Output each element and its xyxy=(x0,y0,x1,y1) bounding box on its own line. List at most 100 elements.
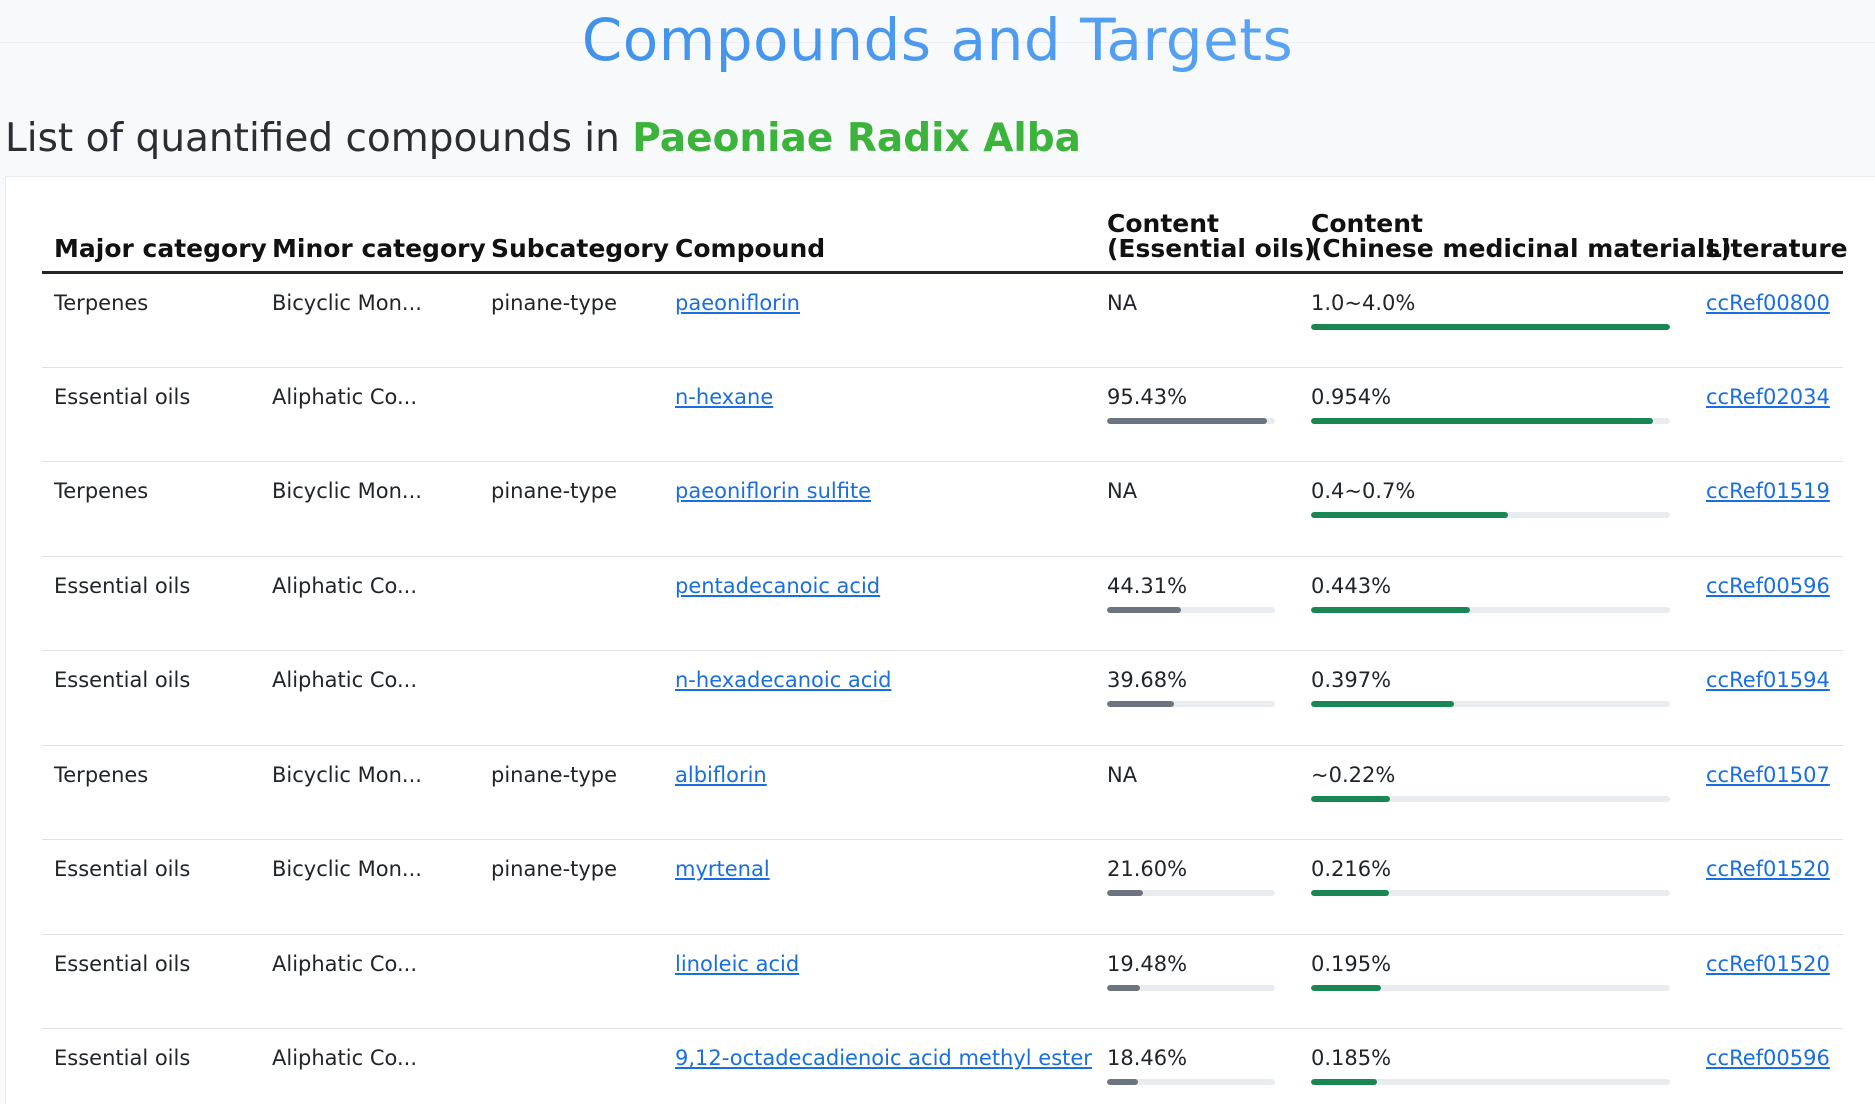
cell-compound: n-hexane xyxy=(663,367,1095,462)
cell-subcategory xyxy=(479,650,663,746)
content-cmm-value: 0.397% xyxy=(1311,668,1392,692)
header-content-cmm-line1: Content xyxy=(1311,209,1423,238)
table-body: Terpenes Bicyclic Mon... pinane-type paeoni… xyxy=(42,272,1843,1104)
cell-literature: ccRef01519 xyxy=(1694,461,1843,557)
content-cmm-bar-fill xyxy=(1311,1079,1378,1085)
cell-subcategory: pinane-type xyxy=(479,839,663,935)
header-compound[interactable]: Compound xyxy=(663,211,1095,274)
cell-minor-category: Bicyclic Mon... xyxy=(260,272,479,368)
cell-subcategory xyxy=(479,556,663,651)
content-eo-bar-fill xyxy=(1107,417,1268,424)
cell-content-essential-oils: NA xyxy=(1095,461,1299,557)
table-row: Essential oils Aliphatic Co... 9,12-octade… xyxy=(42,1029,1843,1104)
header-literature[interactable]: Literature xyxy=(1694,211,1848,274)
cell-minor-category: Bicyclic Mon... xyxy=(260,745,479,840)
cell-content-essential-oils: 19.48% xyxy=(1095,934,1299,1029)
table-row: Essential oils Aliphatic Co... n-hexane 95.… xyxy=(42,367,1843,462)
literature-link[interactable]: ccRef00596 xyxy=(1706,1046,1830,1070)
literature-link[interactable]: ccRef01520 xyxy=(1706,857,1830,881)
header-content-essential-oils[interactable]: Content (Essential oils) xyxy=(1095,209,1315,274)
cell-content-medicinal-materials: 0.443% xyxy=(1299,556,1694,651)
content-eo-value: NA xyxy=(1107,762,1138,787)
cell-compound: paeoniflorin sulfite xyxy=(663,461,1095,557)
compound-link[interactable]: n-hexane xyxy=(675,385,773,409)
content-cmm-value: 0.195% xyxy=(1311,951,1392,976)
table-row: Essential oils Aliphatic Co... pentadecano… xyxy=(42,556,1843,651)
compound-link[interactable]: linoleic acid xyxy=(675,952,799,976)
cell-content-essential-oils: 95.43% xyxy=(1095,367,1299,462)
cell-literature: ccRef01594 xyxy=(1694,650,1843,746)
cell-literature: ccRef01507 xyxy=(1694,745,1843,840)
cell-literature: ccRef01520 xyxy=(1694,839,1843,935)
content-eo-value: 21.60% xyxy=(1107,857,1188,881)
content-cmm-value: 0.4~0.7% xyxy=(1311,479,1416,503)
content-cmm-bar-track xyxy=(1311,795,1670,802)
cell-content-essential-oils: 44.31% xyxy=(1095,556,1299,651)
table-row: Essential oils Aliphatic Co... n-hexadecan… xyxy=(42,650,1843,746)
content-eo-value: 18.46% xyxy=(1107,1046,1188,1070)
compound-link[interactable]: myrtenal xyxy=(675,857,770,881)
cell-content-medicinal-materials: 0.954% xyxy=(1299,367,1694,462)
cell-literature: ccRef00596 xyxy=(1694,556,1843,651)
content-cmm-bar-fill xyxy=(1311,417,1654,424)
content-eo-value: 19.48% xyxy=(1107,951,1188,976)
compound-link[interactable]: n-hexadecanoic acid xyxy=(675,668,892,692)
compound-link[interactable]: 9,12-octadecadienoic acid methyl ester xyxy=(675,1046,1092,1070)
cell-content-medicinal-materials: 0.216% xyxy=(1299,839,1694,935)
cell-major-category: Terpenes xyxy=(42,461,260,557)
cell-major-category: Essential oils xyxy=(42,556,260,651)
cell-major-category: Essential oils xyxy=(42,934,260,1029)
literature-link[interactable]: ccRef01507 xyxy=(1706,763,1830,787)
content-cmm-value: 0.185% xyxy=(1311,1046,1392,1070)
header-content-cmm-line2: (Chinese medicinal materials) xyxy=(1311,234,1732,263)
cell-literature: ccRef01520 xyxy=(1694,934,1843,1029)
header-subcategory[interactable]: Subcategory xyxy=(479,211,669,274)
content-eo-value: 39.68% xyxy=(1107,668,1188,692)
content-cmm-bar-track xyxy=(1311,1079,1670,1085)
header-major-category[interactable]: Major category xyxy=(42,211,267,274)
cell-subcategory xyxy=(479,367,663,462)
cell-content-essential-oils: 39.68% xyxy=(1095,650,1299,746)
content-cmm-value: 0.443% xyxy=(1311,573,1392,598)
content-eo-bar-track xyxy=(1107,890,1275,896)
header-content-medicinal-materials[interactable]: Content (Chinese medicinal materials) xyxy=(1299,209,1732,274)
literature-link[interactable]: ccRef02034 xyxy=(1706,385,1830,409)
cell-major-category: Terpenes xyxy=(42,272,260,368)
compound-link[interactable]: albiflorin xyxy=(675,763,767,787)
literature-link[interactable]: ccRef01520 xyxy=(1706,952,1830,976)
cell-literature: ccRef00596 xyxy=(1694,1029,1843,1104)
cell-minor-category: Bicyclic Mon... xyxy=(260,461,479,557)
literature-link[interactable]: ccRef01519 xyxy=(1706,479,1830,503)
herb-name: Paeoniae Radix Alba xyxy=(632,116,1081,161)
compound-link[interactable]: paeoniflorin sulfite xyxy=(675,479,871,503)
header-minor-category[interactable]: Minor category xyxy=(260,211,486,274)
cell-major-category: Terpenes xyxy=(42,745,260,840)
cell-compound: n-hexadecanoic acid xyxy=(663,650,1095,746)
content-cmm-bar-track xyxy=(1311,890,1670,896)
header-content-eo-line1: Content xyxy=(1107,209,1219,238)
table-row: Essential oils Bicyclic Mon... pinane-type… xyxy=(42,839,1843,935)
cell-literature: ccRef02034 xyxy=(1694,367,1843,462)
literature-link[interactable]: ccRef00596 xyxy=(1706,574,1830,598)
cell-minor-category: Aliphatic Co... xyxy=(272,1046,418,1070)
compounds-card: Major category Minor category Subcategor… xyxy=(5,176,1875,1104)
cell-major-category: Essential oils xyxy=(42,367,260,462)
cell-minor-category: Aliphatic Co... xyxy=(260,650,479,746)
content-eo-value: NA xyxy=(1107,291,1138,315)
cell-content-essential-oils: 21.60% xyxy=(1095,839,1299,935)
literature-link[interactable]: ccRef01594 xyxy=(1706,668,1830,692)
compound-link[interactable]: pentadecanoic acid xyxy=(675,574,880,598)
list-heading: List of quantified compounds in Paeoniae… xyxy=(5,116,1081,161)
content-cmm-bar-fill xyxy=(1311,701,1454,707)
compound-link[interactable]: paeoniflorin xyxy=(675,291,800,315)
cell-subcategory: pinane-type xyxy=(479,745,663,840)
content-eo-bar-fill xyxy=(1107,1079,1138,1085)
cell-compound: albiflorin xyxy=(663,745,1095,840)
page-title: Compounds and Targets xyxy=(0,6,1875,74)
cell-compound: paeoniflorin xyxy=(663,272,1095,368)
literature-link[interactable]: ccRef00800 xyxy=(1706,291,1830,315)
cell-minor-category: Aliphatic Co... xyxy=(260,934,479,1029)
compounds-table: Major category Minor category Subcategor… xyxy=(42,209,1848,1104)
cell-major-category: Essential oils xyxy=(42,650,260,746)
cell-subcategory xyxy=(479,934,663,1029)
